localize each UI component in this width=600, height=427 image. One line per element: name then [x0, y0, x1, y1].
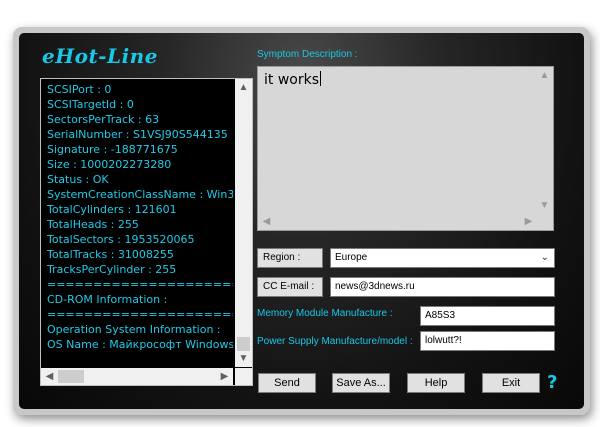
scroll-left-icon[interactable]: ◀	[41, 368, 58, 385]
system-info-line: CD-ROM Information :	[47, 293, 168, 306]
symptom-horizontal-scrollbar[interactable]: ◀ ▶	[258, 213, 537, 230]
scroll-down-icon[interactable]: ▼	[536, 197, 553, 214]
info-vertical-scrollbar[interactable]: ▲ ▼	[235, 79, 252, 367]
power-supply-field[interactable]: lolwutt?!	[420, 331, 555, 351]
save-as-button[interactable]: Save As...	[332, 373, 390, 393]
system-info-line: SCSITargetId : 0	[47, 98, 134, 111]
cc-email-field[interactable]: news@3dnews.ru	[330, 277, 555, 297]
region-button[interactable]: Region :	[257, 248, 323, 268]
scroll-up-icon[interactable]: ▲	[536, 67, 553, 84]
help-question-icon[interactable]: ?	[547, 372, 557, 393]
system-info-line: TracksPerCylinder : 255	[47, 263, 177, 276]
send-button[interactable]: Send	[258, 373, 316, 393]
system-info-line: SectorsPerTrack : 63	[47, 113, 160, 126]
system-info-line: OS Name : Майкрософт Windows	[47, 338, 233, 351]
system-info-line: SystemCreationClassName : Win32	[47, 188, 233, 201]
system-info-line: Signature : -188771675	[47, 143, 178, 156]
scroll-left-icon[interactable]: ◀	[258, 213, 275, 230]
cc-email-button[interactable]: CC E-mail :	[257, 277, 323, 297]
system-info-line: =======================================	[47, 278, 233, 291]
region-select[interactable]: Europe ⌄	[330, 248, 555, 268]
symptom-textarea[interactable]: it works ▲ ▼ ◀ ▶	[257, 66, 554, 231]
help-button[interactable]: Help	[407, 373, 465, 393]
system-info-line: TotalCylinders : 121601	[47, 203, 177, 216]
system-info-line: TotalHeads : 255	[47, 218, 139, 231]
app-title: eHot-Line	[42, 44, 158, 68]
memory-manufacture-field[interactable]: A85S3	[420, 306, 555, 326]
memory-manufacture-label: Memory Module Manufacture :	[257, 308, 393, 319]
system-info-line: SCSIPort : 0	[47, 83, 112, 96]
chevron-down-icon[interactable]: ⌄	[541, 249, 549, 267]
system-info-line: Operation System Information :	[47, 323, 221, 336]
region-value: Europe	[335, 252, 368, 263]
exit-button[interactable]: Exit	[482, 373, 540, 393]
system-info-line: TotalTracks : 31008255	[47, 248, 174, 261]
system-info-panel: SCSIPort : 0 SCSITargetId : 0 SectorsPerTr…	[40, 78, 253, 386]
scroll-up-icon[interactable]: ▲	[235, 79, 252, 96]
system-info-text: SCSIPort : 0 SCSITargetId : 0 SectorsPerTr…	[41, 79, 233, 367]
scroll-thumb[interactable]	[58, 370, 84, 383]
system-info-line: =======================================	[47, 308, 233, 321]
scroll-thumb[interactable]	[237, 337, 250, 351]
symptom-text[interactable]: it works	[264, 71, 322, 88]
scroll-right-icon[interactable]: ▶	[216, 368, 233, 385]
text-caret	[320, 71, 322, 86]
symptom-vertical-scrollbar[interactable]: ▲ ▼	[536, 67, 553, 214]
system-info-line: Status : OK	[47, 173, 109, 186]
system-info-line: Size : 1000202273280	[47, 158, 172, 171]
info-horizontal-scrollbar[interactable]: ◀ ▶	[41, 368, 233, 385]
system-info-line: TotalSectors : 1953520065	[47, 233, 195, 246]
scroll-down-icon[interactable]: ▼	[235, 350, 252, 367]
power-supply-label: Power Supply Manufacture/model :	[257, 336, 413, 347]
scrollbar-corner	[235, 368, 252, 385]
scroll-right-icon[interactable]: ▶	[520, 213, 537, 230]
system-info-line: SerialNumber : S1VSJ90S544135	[47, 128, 228, 141]
symptom-label: Symptom Description :	[257, 49, 358, 60]
